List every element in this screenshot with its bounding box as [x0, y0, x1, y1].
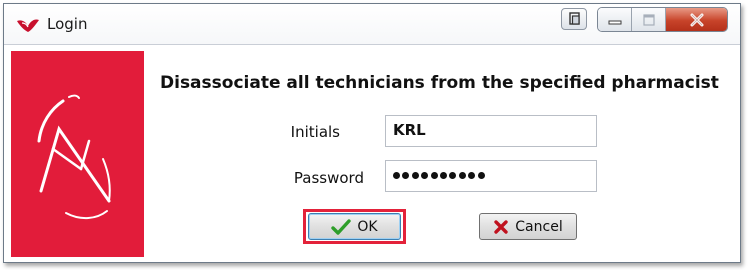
password-mask-dot: [439, 172, 447, 179]
app-icon: [17, 19, 39, 32]
maximize-button[interactable]: [632, 8, 666, 31]
title-bar[interactable]: Login: [4, 4, 740, 45]
x-icon: [494, 219, 508, 234]
close-icon: [690, 13, 703, 26]
password-label: Password: [293, 169, 364, 187]
cancel-button[interactable]: Cancel: [479, 213, 577, 240]
password-mask-dot: [430, 172, 438, 179]
password-mask-dot: [411, 172, 419, 179]
close-button[interactable]: [666, 8, 727, 31]
dialog-content: Disassociate all technicians from the sp…: [4, 45, 740, 262]
password-mask-dot: [421, 172, 429, 179]
window-menu-button[interactable]: [561, 8, 587, 30]
initials-input[interactable]: KRL: [385, 115, 597, 147]
cancel-button-label: Cancel: [515, 218, 563, 235]
minimize-button[interactable]: [598, 8, 632, 31]
password-mask: [393, 172, 589, 179]
password-mask-dot: [402, 172, 410, 179]
ok-button[interactable]: OK: [308, 213, 401, 240]
password-mask-dot: [449, 172, 457, 179]
password-mask-dot: [393, 172, 400, 179]
login-window: Login Disassociate all technicians from …: [3, 3, 741, 263]
password-mask-dot: [458, 172, 466, 179]
brand-logo-panel: [11, 51, 144, 257]
window-controls: [597, 7, 728, 32]
minimize-icon: [608, 20, 621, 24]
window-menu-icon: [569, 12, 580, 25]
ok-button-label: OK: [357, 218, 378, 235]
window-title: Login: [47, 15, 88, 33]
initials-label: Initials: [290, 123, 340, 141]
maximize-icon: [642, 13, 655, 26]
dialog-heading: Disassociate all technicians from the sp…: [160, 73, 719, 93]
password-input[interactable]: [385, 160, 597, 192]
brand-logo-icon: [37, 94, 111, 219]
checkmark-icon: [331, 218, 352, 235]
password-mask-dot: [468, 172, 476, 179]
password-mask-dot: [477, 172, 485, 179]
